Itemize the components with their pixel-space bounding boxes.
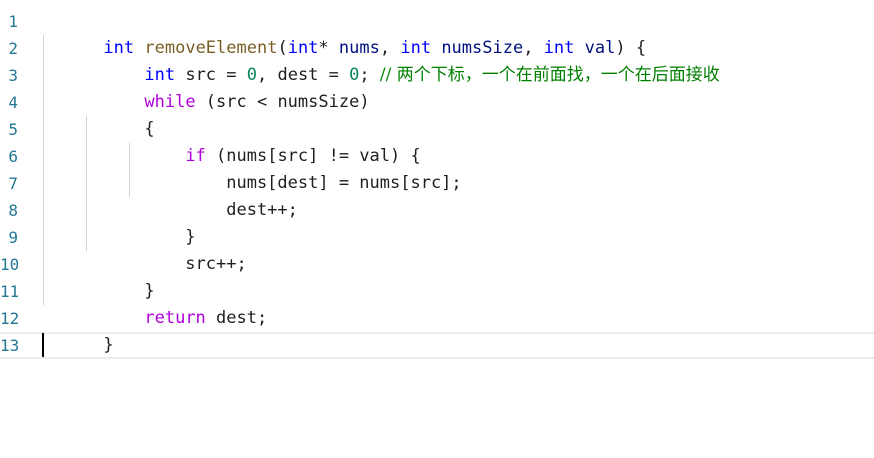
code-line[interactable]: 7 dest++; [0,170,874,220]
line-number: 13 [0,336,18,355]
indent-guide [43,35,44,305]
line-number: 1 [8,12,18,31]
code-line[interactable]: 10 } [0,251,874,301]
text-cursor [42,333,44,357]
code-line[interactable]: 1 int removeElement(int* nums, int numsS… [0,8,874,58]
indent-guide [129,143,130,197]
code-line[interactable]: 12 } [0,305,874,355]
code-line[interactable]: 9 src++; [0,224,874,274]
current-code-line[interactable]: 13 [0,332,874,359]
line-number: 9 [8,228,18,247]
line-number: 3 [8,66,18,85]
line-number: 6 [8,147,18,166]
indent-guide [86,116,87,251]
code-line[interactable]: 11 return dest; [0,278,874,328]
line-number: 7 [8,174,18,193]
code-line[interactable]: 4 { [0,89,874,139]
code-line[interactable]: 8 } [0,197,874,247]
code-editor[interactable]: 1 int removeElement(int* nums, int numsS… [0,8,874,458]
code-line[interactable]: 5 if (nums[src] != val) { [0,116,874,166]
code-line[interactable]: 3 while (src < numsSize) [0,62,874,112]
line-number: 4 [8,93,18,112]
line-number: 12 [0,309,18,328]
line-number: 5 [8,120,18,139]
line-number: 10 [0,255,18,274]
line-number: 8 [8,201,18,220]
line-number: 2 [8,39,18,58]
line-number: 11 [0,282,18,301]
code-line[interactable]: 2 int src = 0, dest = 0; // 两个下标，一个在前面找，… [0,35,874,85]
code-line[interactable]: 6 nums[dest] = nums[src]; [0,143,874,193]
